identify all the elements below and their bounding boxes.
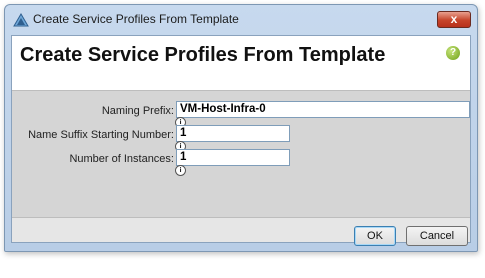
naming-prefix-row: Naming Prefix: VM-Host-Infra-0 i <box>12 101 470 128</box>
instances-input[interactable]: 1 <box>176 149 290 166</box>
window-title: Create Service Profiles From Template <box>33 12 239 26</box>
ok-button[interactable]: OK <box>354 226 396 246</box>
title-bar[interactable]: Create Service Profiles From Template x <box>5 5 477 35</box>
instances-label: Number of Instances: <box>69 153 174 165</box>
suffix-start-input[interactable]: 1 <box>176 125 290 142</box>
button-bar: OK Cancel <box>12 217 470 246</box>
dialog-header: Create Service Profiles From Template ? <box>12 36 470 90</box>
instances-row: Number of Instances: 1 i <box>12 149 470 176</box>
naming-prefix-label: Naming Prefix: <box>101 105 174 117</box>
info-icon[interactable]: i <box>175 165 186 176</box>
dialog-window: Create Service Profiles From Template x … <box>4 4 478 252</box>
close-button[interactable]: x <box>437 11 471 28</box>
suffix-start-row: Name Suffix Starting Number: 1 i <box>12 125 470 152</box>
dialog-body: Create Service Profiles From Template ? … <box>11 35 471 246</box>
naming-prefix-input[interactable]: VM-Host-Infra-0 <box>176 101 470 118</box>
form-area: Naming Prefix: VM-Host-Infra-0 i Name Su… <box>12 90 470 217</box>
ucs-triangle-icon <box>13 13 29 27</box>
page-title: Create Service Profiles From Template <box>20 44 386 66</box>
help-icon[interactable]: ? <box>446 46 460 60</box>
cancel-button[interactable]: Cancel <box>406 226 468 246</box>
suffix-start-label: Name Suffix Starting Number: <box>28 129 174 141</box>
